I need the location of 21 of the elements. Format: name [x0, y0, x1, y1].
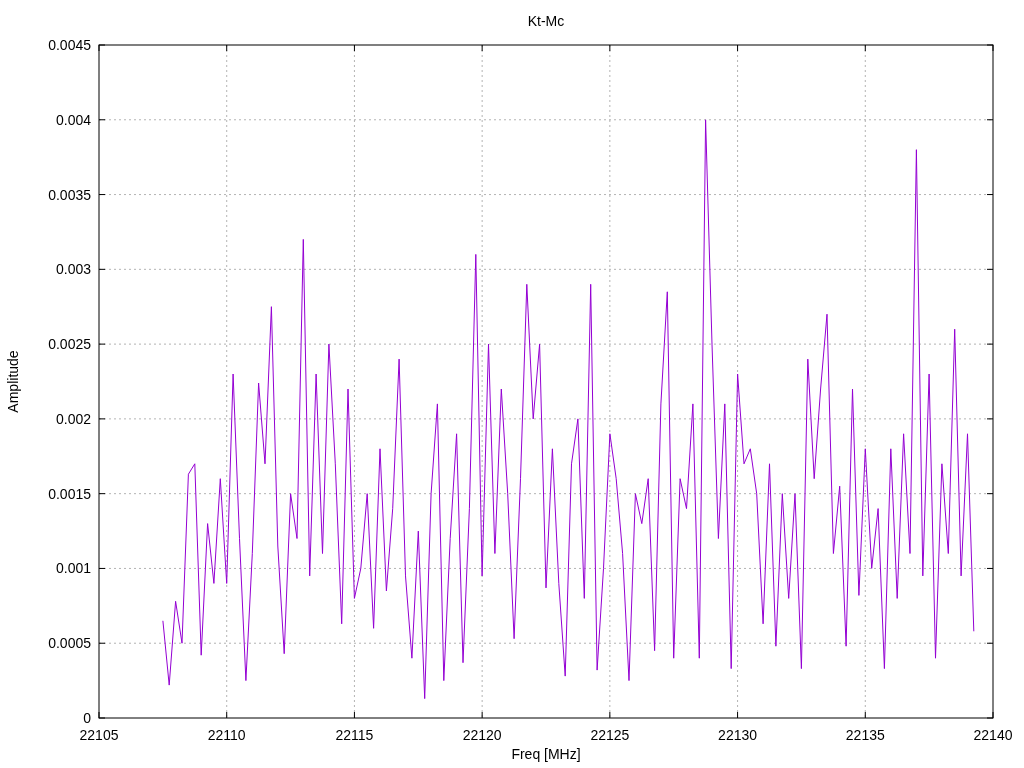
y-tick-label: 0.0015: [48, 485, 91, 502]
y-tick-label: 0.003: [55, 261, 91, 278]
x-tick-label: 22120: [462, 727, 502, 743]
y-tick-label: 0.0025: [48, 336, 91, 353]
x-tick-label: 22115: [335, 727, 374, 743]
y-tick-label: 0.0035: [48, 186, 91, 203]
y-axis-label: Amplitude: [5, 350, 21, 413]
chart-title: Kt-Mc: [527, 13, 565, 29]
y-tick-label: 0.001: [55, 560, 91, 577]
x-tick-label: 22125: [590, 727, 630, 743]
y-tick-label: 0.002: [55, 410, 91, 427]
y-tick-label: 0: [83, 710, 91, 726]
x-tick-label: 22135: [845, 727, 885, 743]
x-tick-label: 22110: [207, 727, 246, 743]
x-tick-label: 22140: [973, 727, 1013, 743]
x-axis-label: Freq [MHz]: [511, 746, 581, 762]
x-tick-label: 22130: [718, 727, 758, 743]
y-tick-label: 0.0045: [48, 37, 91, 53]
x-tick-label: 22105: [79, 727, 119, 743]
y-tick-label: 0.0005: [48, 635, 91, 652]
y-tick-label: 0.004: [55, 111, 91, 128]
